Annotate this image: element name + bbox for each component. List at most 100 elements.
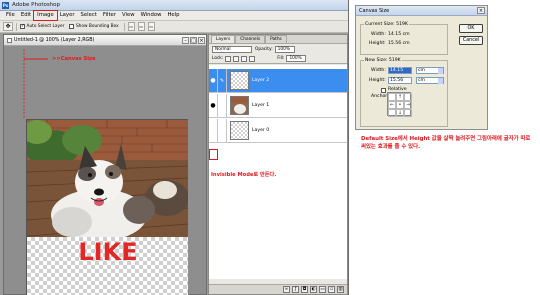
layer-row-layer-0[interactable]: Layer 0 [209, 118, 347, 143]
menu-image[interactable]: Image [33, 10, 58, 21]
current-width-value: 14.15 cm [388, 32, 410, 37]
menu-file[interactable]: File [3, 11, 18, 20]
tab-layers[interactable]: Layers [211, 35, 236, 43]
like-text: LIKE [78, 238, 138, 266]
lock-pixels-icon[interactable] [233, 55, 240, 62]
layer-name: Layer 2 [252, 78, 270, 83]
opacity-label: Opacity: [255, 46, 273, 52]
dialog-titlebar: Canvas Size × [356, 6, 487, 16]
options-separator [123, 22, 125, 31]
menu-select[interactable]: Select [78, 11, 100, 20]
photoshop-window: Ps Adobe Photoshop File Edit Image Layer… [0, 0, 349, 295]
width-input[interactable]: 14.15 [388, 67, 412, 74]
anchor-cell[interactable]: ← [388, 101, 396, 109]
ok-button[interactable]: OK [459, 24, 483, 33]
document-window: Untitled-1 @ 100% (Layer 2,RGB) – □ × >>… [3, 34, 207, 295]
canvas-size-arrow [23, 49, 48, 119]
layer-thumbnail [230, 96, 249, 115]
anchor-cell[interactable]: → [404, 101, 412, 109]
align-middle-icon[interactable]: ▭ [137, 22, 145, 31]
eye-icon[interactable]: ● [209, 68, 218, 93]
new-group-icon[interactable]: ▭ [319, 286, 326, 293]
menu-view[interactable]: View [119, 11, 138, 20]
layer-row-layer-2[interactable]: ● ✎ Layer 2 [209, 68, 347, 93]
tab-channels[interactable]: Channels [235, 35, 266, 43]
image-canvas[interactable]: LIKE [26, 119, 188, 295]
adjustment-layer-icon[interactable]: ◐ [310, 286, 317, 293]
layer-style-icon[interactable]: ƒ [292, 286, 299, 293]
new-layer-icon[interactable]: ▫ [328, 286, 335, 293]
layers-panel-footer: ∞ ƒ ◘ ◐ ▭ ▫ ▥ [209, 284, 347, 294]
blend-mode-select[interactable]: Normal [212, 45, 252, 53]
auto-select-checkbox[interactable]: ✓ [20, 24, 25, 29]
layers-panel: Layers Channels Paths Normal Opacity: 10… [208, 34, 348, 295]
menu-filter[interactable]: Filter [100, 11, 119, 20]
menu-help[interactable]: Help [164, 11, 182, 20]
anchor-cell[interactable] [388, 109, 396, 117]
canvas-size-dialog: Canvas Size × Current Size: 519K Width: … [355, 5, 488, 130]
layer-name: Layer 1 [252, 103, 270, 108]
dog-thumbnail-icon [231, 97, 248, 114]
lock-position-icon[interactable] [241, 55, 248, 62]
cancel-button[interactable]: Cancel [459, 36, 483, 45]
options-separator [16, 22, 17, 31]
anchor-grid: ↑ ← • → ↓ [387, 92, 412, 117]
hidden-eye-slot[interactable] [209, 118, 218, 143]
hidden-eye-highlight [209, 149, 218, 160]
trash-icon[interactable]: ▥ [337, 286, 344, 293]
layers-lock-row: Lock: Fill: 100% [209, 54, 347, 64]
anchor-cell[interactable]: ↓ [396, 109, 404, 117]
relative-checkbox[interactable] [381, 88, 386, 93]
layer-mask-icon[interactable]: ◘ [301, 286, 308, 293]
layer-thumbnail [230, 121, 249, 140]
menu-window[interactable]: Window [138, 11, 165, 20]
layers-list: ● ✎ Layer 2 ● Layer 1 Layer 0 Invisible … [209, 65, 347, 279]
width-label: Width: [371, 68, 386, 73]
eye-icon[interactable]: ● [209, 93, 218, 118]
align-top-icon[interactable]: ▭ [127, 22, 135, 31]
link-cell [218, 93, 227, 118]
current-height-label: Height: [369, 41, 386, 46]
height-unit-select[interactable]: cm [416, 77, 444, 84]
link-layers-icon[interactable]: ∞ [283, 286, 290, 293]
menu-layer[interactable]: Layer [57, 11, 78, 20]
layer-thumbnail [230, 71, 249, 90]
anchor-cell[interactable] [388, 93, 396, 101]
current-size-group: Current Size: 519K Width: 14.15 cm Heigh… [360, 22, 448, 55]
menu-bar: File Edit Image Layer Select Filter View… [0, 10, 348, 21]
canvas-size-annotation: >>Canvas Size [52, 56, 96, 62]
app-title: Adobe Photoshop [12, 2, 61, 8]
anchor-cell[interactable]: ↑ [396, 93, 404, 101]
layers-blend-row: Normal Opacity: 100% [209, 44, 347, 54]
align-bottom-icon[interactable]: ▭ [147, 22, 155, 31]
anchor-cell-center[interactable]: • [396, 101, 404, 109]
width-unit-select[interactable]: cm [416, 67, 444, 74]
current-size-legend: Current Size: 519K [364, 22, 409, 27]
anchor-cell[interactable] [404, 109, 412, 117]
move-tool-icon[interactable]: ✥ [3, 22, 13, 31]
height-input[interactable]: 15.56 [388, 77, 412, 84]
height-label: Height: [369, 78, 386, 83]
anchor-cell[interactable] [404, 93, 412, 101]
show-bounding-checkbox[interactable] [69, 24, 75, 29]
show-bounding-label: Show Bounding Box [75, 24, 119, 29]
opacity-input[interactable]: 100% [274, 45, 295, 53]
layer-name: Layer 0 [252, 128, 270, 133]
options-bar: ✥ ✓ Auto Select Layer Show Bounding Box … [0, 21, 348, 33]
fill-input[interactable]: 100% [286, 55, 307, 62]
lock-transparency-icon[interactable] [225, 55, 232, 62]
dog-photo [27, 120, 188, 237]
link-cell [218, 118, 227, 143]
show-bounding-box-option[interactable]: Show Bounding Box [69, 24, 119, 29]
menu-edit[interactable]: Edit [18, 11, 34, 20]
layers-panel-tabs: Layers Channels Paths [209, 35, 347, 44]
tab-paths[interactable]: Paths [265, 35, 287, 43]
dialog-title: Canvas Size [359, 7, 390, 14]
invisible-mode-annotation: Invisible Mode로 만든다. [211, 172, 277, 178]
close-icon[interactable]: × [477, 7, 485, 14]
auto-select-layer-option[interactable]: ✓ Auto Select Layer [20, 24, 64, 29]
caption-annotation: Default Size에서 Height 값을 살짝 늘려주면 그림아래에 글… [361, 136, 531, 150]
layer-row-layer-1[interactable]: ● Layer 1 [209, 93, 347, 118]
lock-all-icon[interactable] [249, 55, 256, 62]
lock-label: Lock: [212, 56, 224, 61]
